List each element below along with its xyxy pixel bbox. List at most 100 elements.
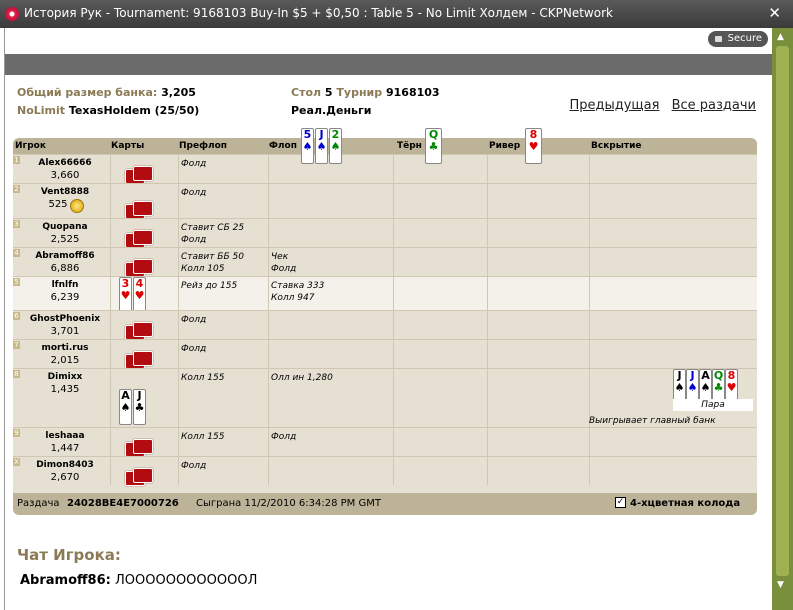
- game-info: NoLimit TexasHoldem (25/50): [17, 104, 199, 117]
- seat-number: 7: [13, 341, 20, 349]
- nav-links: Предыдущая Все раздачи: [561, 98, 756, 113]
- app-logo-icon: [5, 7, 19, 21]
- cell-divider: [393, 155, 394, 183]
- client-area: Secure Общий размер банка: 3,205 NoLimit…: [4, 28, 772, 610]
- showdown-result: Выигрывает главный банк: [589, 416, 716, 426]
- title-bar[interactable]: История Рук - Tournament: 9168103 Buy-In…: [0, 0, 793, 28]
- cell-divider: [268, 277, 269, 310]
- cell-divider: [393, 457, 394, 485]
- game-limits: (25/50): [154, 104, 200, 117]
- table-footer: Раздача 24028BE4E7000726 Сыграна 11/2/20…: [13, 493, 757, 515]
- cell-divider: [178, 311, 179, 339]
- scroll-up-icon[interactable]: ▲: [777, 32, 784, 42]
- cell-divider: [268, 248, 269, 276]
- preflop-action: Фолд: [181, 461, 207, 471]
- player-name: leshaaa: [45, 431, 85, 441]
- cell-divider: [393, 340, 394, 368]
- cell-divider: [110, 369, 111, 427]
- player-stack: 6,886: [50, 263, 80, 274]
- cell-divider: [487, 369, 488, 427]
- cell-divider: [393, 311, 394, 339]
- cell-divider: [268, 155, 269, 183]
- cell-divider: [393, 184, 394, 218]
- seat-number: 5: [13, 278, 20, 286]
- col-player: Игрок: [15, 141, 46, 151]
- card-back-icon: [125, 166, 161, 184]
- flop-action: Чек Фолд: [271, 252, 297, 274]
- cell-divider: [268, 369, 269, 427]
- tourn-value: 9168103: [385, 86, 440, 99]
- card-back-icon: [125, 259, 161, 277]
- col-river: Ривер: [489, 141, 521, 151]
- preflop-action: Фолд: [181, 315, 207, 325]
- table-row: 2 Vent8888 525 Фолд: [13, 183, 757, 219]
- table-row: 4 Abramoff86 6,886 Ставит ББ 50 Колл 105 Чек…: [13, 247, 757, 277]
- cell-divider: [178, 219, 179, 247]
- scroll-down-icon[interactable]: ▼: [777, 580, 784, 590]
- player-stack: 3,701: [50, 326, 80, 337]
- cell-divider: [589, 155, 590, 183]
- fourcolor-checkbox[interactable]: ✓: [615, 497, 626, 508]
- fourcolor-label: 4-хцветная колода: [630, 498, 741, 509]
- col-turn: Тёрн: [397, 141, 422, 151]
- table-row: 8 Dimixx 1,435 Колл 155 Олл ин 1,280 A ♠ J ♣ J …: [13, 368, 757, 427]
- scroll-thumb[interactable]: [776, 46, 789, 576]
- table-row: 1 Alex66666 3,660 Фолд: [13, 154, 757, 184]
- table-row: X Dimon8403 2,670 Фолд: [13, 456, 757, 486]
- flop-card: J ♠: [315, 128, 328, 164]
- all-hands-link[interactable]: Все раздачи: [672, 98, 756, 113]
- cell-divider: [268, 184, 269, 218]
- cell-divider: [393, 369, 394, 427]
- game-label: NoLimit: [17, 104, 66, 117]
- cell-divider: [178, 184, 179, 218]
- seat-number: 8: [13, 370, 20, 378]
- preflop-action: Ставит СБ 25 Фолд: [181, 223, 245, 245]
- prev-link[interactable]: Предыдущая: [569, 98, 659, 113]
- cell-divider: [178, 248, 179, 276]
- player-stack: 2,525: [50, 234, 80, 245]
- cell-divider: [110, 219, 111, 247]
- table-row: 9 leshaaa 1,447 Колл 155 Фолд: [13, 427, 757, 457]
- preflop-action: Колл 155: [181, 432, 225, 442]
- table-info: Стол 5 Турнир 9168103: [291, 86, 440, 99]
- player-name: morti.rus: [41, 343, 89, 353]
- hole-card: A ♠: [119, 389, 132, 425]
- cell-divider: [110, 457, 111, 485]
- cell-divider: [110, 428, 111, 456]
- seat-number: 2: [13, 185, 20, 193]
- player-stack: 3,660: [50, 170, 80, 181]
- preflop-action: Фолд: [181, 344, 207, 354]
- col-cards: Карты: [111, 141, 145, 151]
- col-showdown: Вскрытие: [591, 141, 642, 151]
- seat-number: X: [13, 458, 20, 466]
- cell-divider: [487, 277, 488, 310]
- pot-info: Общий размер банка: 3,205: [17, 86, 196, 99]
- table-row: 7 morti.rus 2,015 Фолд: [13, 339, 757, 369]
- cell-divider: [487, 184, 488, 218]
- card-back-icon: [125, 322, 161, 340]
- cell-divider: [268, 311, 269, 339]
- cell-divider: [110, 248, 111, 276]
- cell-divider: [589, 311, 590, 339]
- card-back-icon: [125, 439, 161, 457]
- card-back-icon: [125, 201, 161, 219]
- cell-divider: [487, 428, 488, 456]
- seat-number: 6: [13, 312, 20, 320]
- player-stack: 2,670: [50, 472, 80, 483]
- cell-divider: [589, 428, 590, 456]
- close-button[interactable]: ✕: [768, 4, 781, 22]
- cell-divider: [268, 340, 269, 368]
- preflop-action: Фолд: [181, 188, 207, 198]
- preflop-action: Ставит ББ 50 Колл 105: [181, 252, 244, 274]
- cell-divider: [110, 184, 111, 218]
- cell-divider: [178, 277, 179, 310]
- pot-value: 3,205: [161, 86, 196, 99]
- secure-badge: Secure: [707, 31, 768, 47]
- pot-label: Общий размер банка:: [17, 86, 158, 99]
- scrollbar[interactable]: ▲ ▼: [772, 28, 793, 610]
- dealer-chip-icon: [70, 199, 84, 213]
- cell-divider: [589, 248, 590, 276]
- card-back-icon: [125, 468, 161, 486]
- seat-number: 1: [13, 156, 20, 164]
- cell-divider: [268, 457, 269, 485]
